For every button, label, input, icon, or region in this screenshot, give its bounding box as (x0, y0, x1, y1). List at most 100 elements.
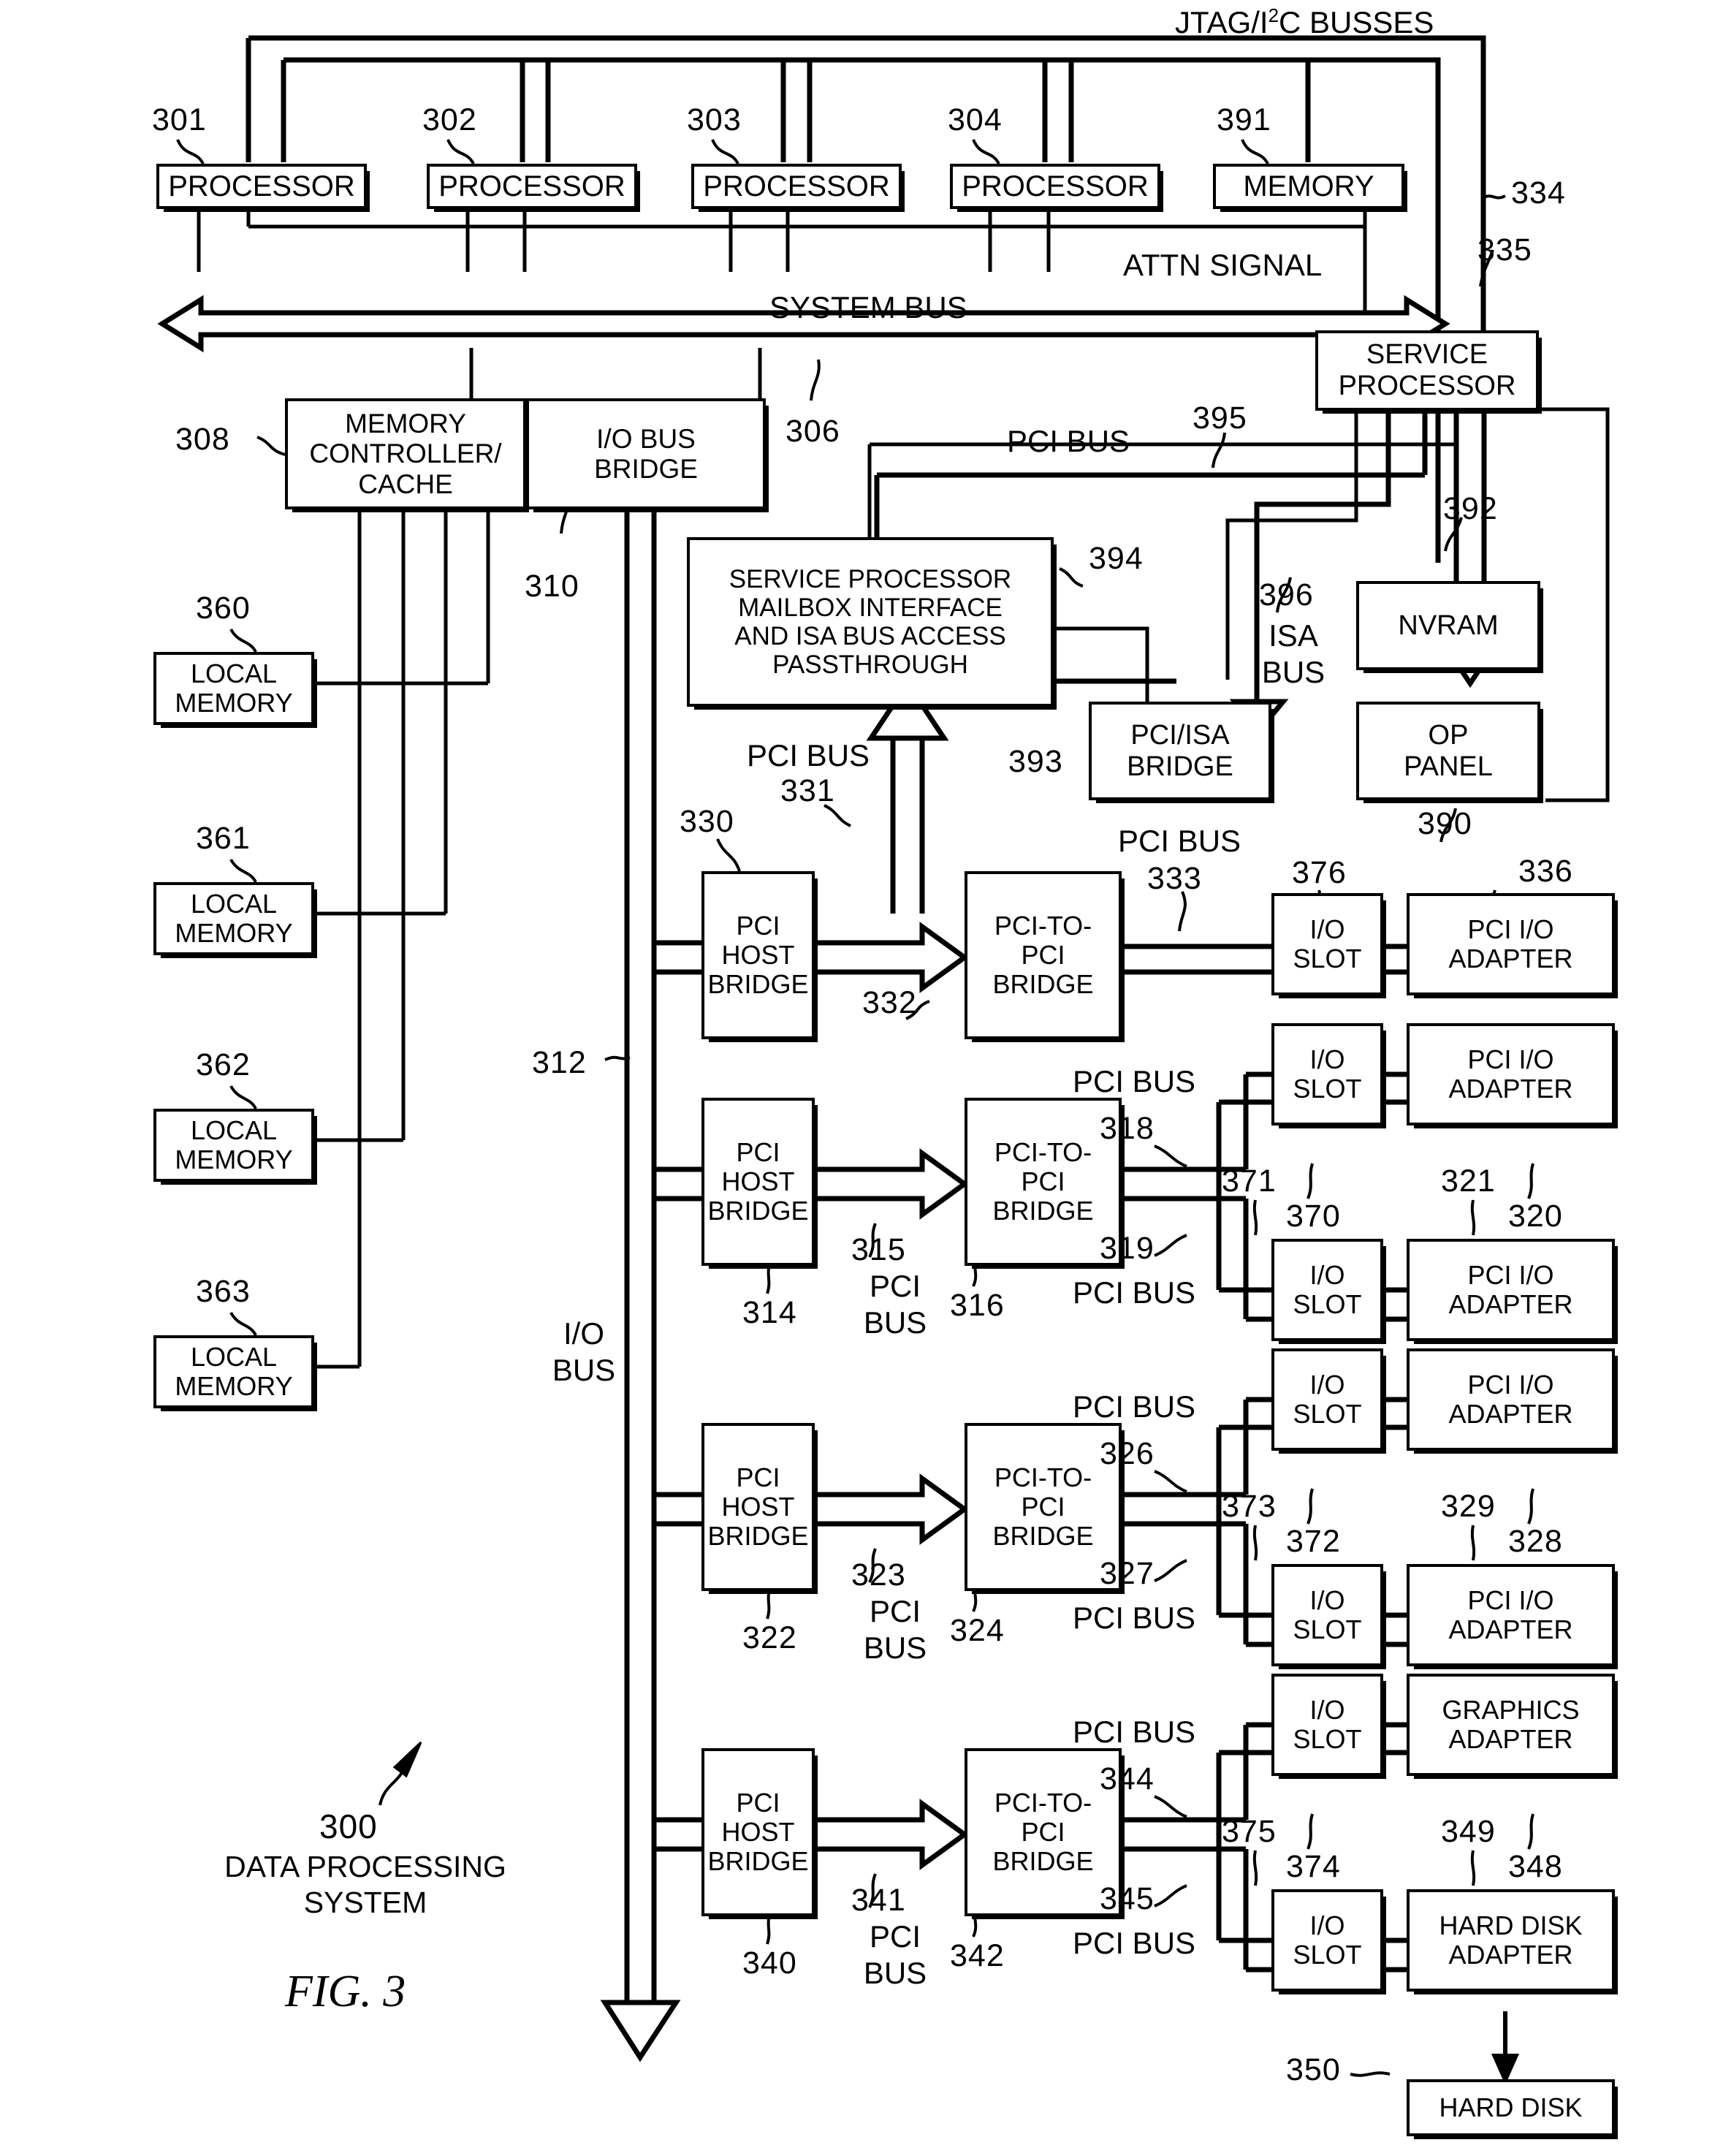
pci-to-pci-324-line3: BRIDGE (992, 1521, 1094, 1552)
system-name-line1: DATA PROCESSING (224, 1850, 506, 1883)
memory-controller-cache-block-308[interactable]: MEMORY CONTROLLER/ CACHE (285, 398, 526, 509)
processor-block-301[interactable]: PROCESSOR (156, 164, 367, 209)
io-bus-label-312: I/O BUS (544, 1316, 624, 1389)
io-slot-374-line2: SLOT (1293, 1724, 1362, 1754)
pci-io-adapter-block-336[interactable]: PCI I/O ADAPTER (1407, 893, 1615, 995)
pci-io-adapter-block-321[interactable]: PCI I/O ADAPTER (1407, 1239, 1615, 1341)
pci-bus-341-line1: PCI (869, 1919, 921, 1954)
local-memory-363-line2: MEMORY (175, 1371, 293, 1401)
pci-host-bridge-block-330[interactable]: PCI HOST BRIDGE (701, 871, 815, 1039)
ref-334: 334 (1511, 175, 1566, 210)
pci-to-pci-316-line2: PCI (1021, 1166, 1065, 1196)
processor-block-302[interactable]: PROCESSOR (427, 164, 637, 209)
io-bus-bridge-block-310[interactable]: I/O BUS BRIDGE (526, 398, 766, 509)
pci-io-adapter-block-320[interactable]: PCI I/O ADAPTER (1407, 1023, 1615, 1126)
io-slot-block-373[interactable]: I/O SLOT (1271, 1564, 1383, 1666)
service-processor-line1: SERVICE (1366, 339, 1488, 371)
io-slot-375-line1: I/O (1309, 1910, 1345, 1940)
local-memory-362-line2: MEMORY (175, 1145, 293, 1174)
ref-360: 360 (196, 591, 251, 626)
pci-isa-bridge-line2: BRIDGE (1127, 751, 1233, 782)
attn-signal-label: ATTN SIGNAL (1123, 248, 1323, 282)
pci-host-bridge-block-322[interactable]: PCI HOST BRIDGE (701, 1423, 815, 1591)
io-slot-block-370[interactable]: I/O SLOT (1271, 1023, 1383, 1126)
local-memory-block-361[interactable]: LOCAL MEMORY (153, 882, 314, 955)
memory-controller-line3: CACHE (358, 468, 453, 499)
pci-io-adapter-block-328[interactable]: PCI I/O ADAPTER (1407, 1348, 1615, 1451)
pci-bus-315-line2: BUS (863, 1305, 927, 1340)
pci-to-pci-324-line1: PCI-TO- (994, 1462, 1092, 1492)
io-slot-371-line2: SLOT (1293, 1289, 1362, 1319)
pci-to-pci-bridge-block-324[interactable]: PCI-TO- PCI BRIDGE (965, 1423, 1122, 1591)
ref-322: 322 (742, 1620, 797, 1655)
ref-393: 393 (1008, 744, 1063, 779)
isa-bus-label-line2: BUS (1261, 655, 1325, 690)
pci-io-adapter-block-329[interactable]: PCI I/O ADAPTER (1407, 1564, 1615, 1666)
pci-to-pci-bridge-block-316[interactable]: PCI-TO- PCI BRIDGE (965, 1098, 1122, 1266)
pci-to-pci-bridge-block-332[interactable]: PCI-TO- PCI BRIDGE (965, 871, 1122, 1039)
local-memory-360-line2: MEMORY (175, 688, 293, 718)
ref-375: 375 (1222, 1814, 1277, 1849)
ref-345: 345 (1100, 1881, 1155, 1916)
nvram-block-392[interactable]: NVRAM (1356, 581, 1540, 670)
ref-392: 392 (1443, 491, 1498, 526)
pci-to-pci-bridge-block-342[interactable]: PCI-TO- PCI BRIDGE (965, 1748, 1122, 1916)
pci-to-pci-316-line1: PCI-TO- (994, 1136, 1092, 1167)
pci-bus-label-331: PCI BUS (747, 738, 870, 773)
ref-373: 373 (1222, 1489, 1277, 1524)
pci-host-bridge-block-340[interactable]: PCI HOST BRIDGE (701, 1748, 815, 1916)
memory-controller-line2: CONTROLLER/ (309, 439, 502, 469)
ref-304: 304 (948, 102, 1003, 137)
ref-306: 306 (786, 414, 840, 449)
system-name-line2: SYSTEM (303, 1886, 427, 1920)
op-panel-line1: OP (1428, 719, 1469, 751)
ref-315: 315 (851, 1232, 906, 1267)
io-slot-block-376[interactable]: I/O SLOT (1271, 893, 1383, 995)
op-panel-block-390[interactable]: OP PANEL (1356, 702, 1540, 800)
io-slot-block-371[interactable]: I/O SLOT (1271, 1239, 1383, 1341)
ref-350: 350 (1286, 2052, 1341, 2087)
ref-329: 329 (1441, 1489, 1496, 1524)
local-memory-block-363[interactable]: LOCAL MEMORY (153, 1335, 314, 1408)
io-slot-370-line1: I/O (1309, 1044, 1345, 1074)
service-processor-mailbox-block-394[interactable]: SERVICE PROCESSOR MAILBOX INTERFACE AND … (687, 537, 1054, 707)
pci-host-bridge-314-line1: PCI (736, 1136, 780, 1167)
pci-io-adapter-328-line1: PCI I/O (1467, 1369, 1554, 1400)
hard-disk-block-350[interactable]: HARD DISK (1407, 2079, 1615, 2136)
local-memory-block-360[interactable]: LOCAL MEMORY (153, 652, 314, 725)
service-processor-block-335[interactable]: SERVICE PROCESSOR (1315, 330, 1539, 411)
ref-376: 376 (1292, 855, 1347, 890)
pci-bus-341-line2: BUS (863, 1956, 927, 1991)
ref-372: 372 (1286, 1524, 1341, 1559)
ref-324: 324 (950, 1613, 1005, 1648)
io-slot-376-line2: SLOT (1293, 944, 1362, 973)
sp-mailbox-line4: PASSTHROUGH (772, 650, 968, 680)
pci-bus-label-318: PCI BUS (1073, 1064, 1196, 1098)
pci-to-pci-332-line3: BRIDGE (992, 969, 1094, 1000)
io-slot-373-line2: SLOT (1293, 1614, 1362, 1644)
processor-302-label: PROCESSOR (438, 170, 625, 202)
hard-disk-adapter-block-349[interactable]: HARD DISK ADAPTER (1407, 1889, 1615, 1992)
pci-host-bridge-340-line2: HOST (721, 1816, 795, 1847)
local-memory-360-line1: LOCAL (190, 658, 278, 688)
graphics-adapter-block-348[interactable]: GRAPHICS ADAPTER (1407, 1674, 1615, 1776)
hard-disk-adapter-line2: ADAPTER (1448, 1940, 1573, 1970)
ref-300: 300 (319, 1807, 378, 1845)
pci-bus-stack-label-315: PCI BUS (851, 1268, 939, 1342)
processor-block-303[interactable]: PROCESSOR (691, 164, 902, 209)
io-slot-block-374[interactable]: I/O SLOT (1271, 1674, 1383, 1776)
io-slot-376-line1: I/O (1309, 914, 1345, 944)
pci-isa-bridge-block-393[interactable]: PCI/ISA BRIDGE (1089, 702, 1271, 800)
sp-mailbox-line2: MAILBOX INTERFACE (738, 593, 1003, 622)
io-slot-block-372[interactable]: I/O SLOT (1271, 1348, 1383, 1451)
io-slot-block-375[interactable]: I/O SLOT (1271, 1889, 1383, 1992)
ref-332: 332 (862, 985, 917, 1020)
ref-331: 331 (780, 773, 835, 808)
pci-io-adapter-328-line2: ADAPTER (1448, 1399, 1573, 1429)
memory-block-391[interactable]: MEMORY (1213, 164, 1404, 209)
io-bus-bridge-line2: BRIDGE (594, 454, 698, 484)
processor-block-304[interactable]: PROCESSOR (950, 164, 1160, 209)
pci-host-bridge-block-314[interactable]: PCI HOST BRIDGE (701, 1098, 815, 1266)
local-memory-block-362[interactable]: LOCAL MEMORY (153, 1109, 314, 1182)
pci-bus-label-326: PCI BUS (1073, 1389, 1196, 1424)
